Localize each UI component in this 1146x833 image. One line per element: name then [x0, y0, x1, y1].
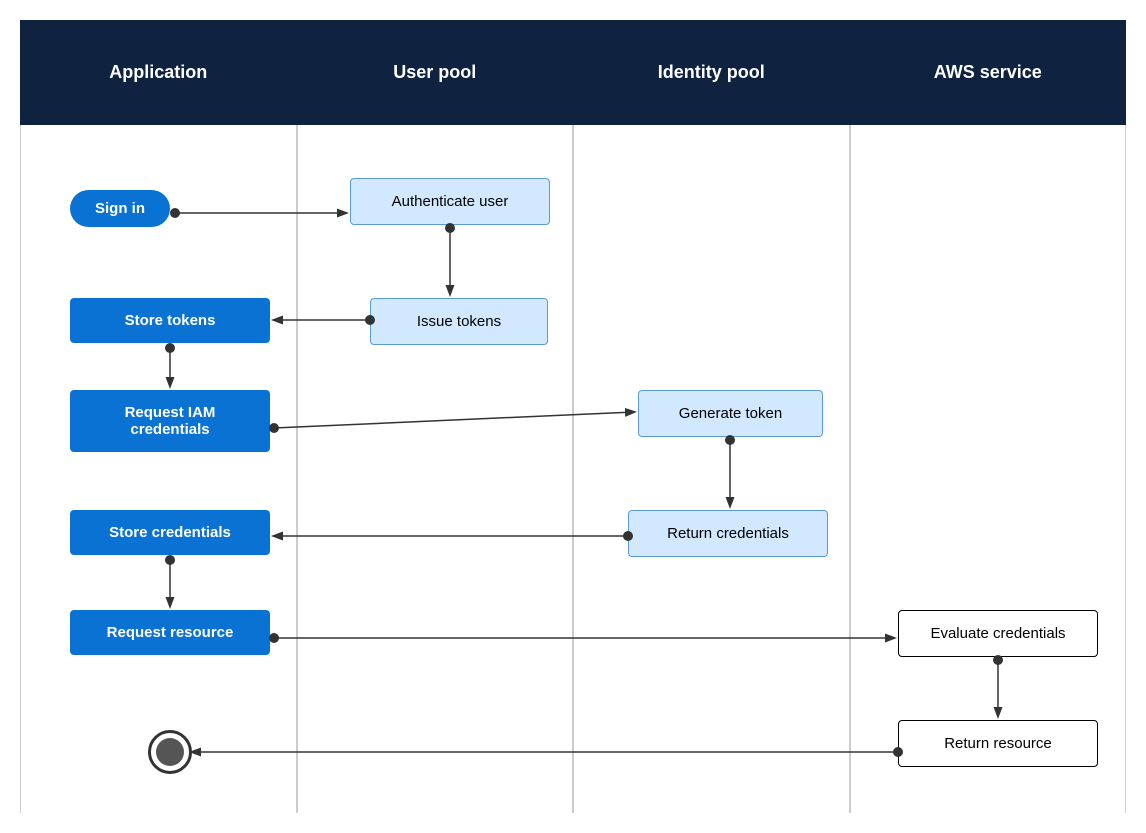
column-header-application: Application [20, 20, 297, 125]
evaluate-credentials-node: Evaluate credentials [898, 610, 1098, 657]
column-label-user-pool: User pool [393, 62, 476, 83]
request-iam-node: Request IAM credentials [70, 390, 270, 452]
end-state-inner [156, 738, 184, 766]
column-label-identity-pool: Identity pool [658, 62, 765, 83]
columns-wrapper: Application User pool Identity pool AWS … [20, 20, 1126, 813]
sign-in-node: Sign in [70, 190, 170, 227]
column-aws-service: AWS service [850, 20, 1127, 813]
store-credentials-node: Store credentials [70, 510, 270, 555]
column-header-user-pool: User pool [297, 20, 574, 125]
column-label-application: Application [109, 62, 207, 83]
request-resource-node: Request resource [70, 610, 270, 655]
column-header-aws-service: AWS service [850, 20, 1127, 125]
authenticate-user-node: Authenticate user [350, 178, 550, 225]
generate-token-node: Generate token [638, 390, 823, 437]
column-header-identity-pool: Identity pool [573, 20, 850, 125]
diagram-container: Application User pool Identity pool AWS … [0, 0, 1146, 833]
return-resource-node: Return resource [898, 720, 1098, 767]
issue-tokens-node: Issue tokens [370, 298, 548, 345]
column-body-identity-pool [573, 125, 850, 813]
column-user-pool: User pool [297, 20, 574, 813]
column-label-aws-service: AWS service [934, 62, 1042, 83]
column-body-aws-service [850, 125, 1127, 813]
store-tokens-node: Store tokens [70, 298, 270, 343]
return-credentials-node: Return credentials [628, 510, 828, 557]
column-body-user-pool [297, 125, 574, 813]
end-state [148, 730, 192, 774]
column-body-application [20, 125, 297, 813]
